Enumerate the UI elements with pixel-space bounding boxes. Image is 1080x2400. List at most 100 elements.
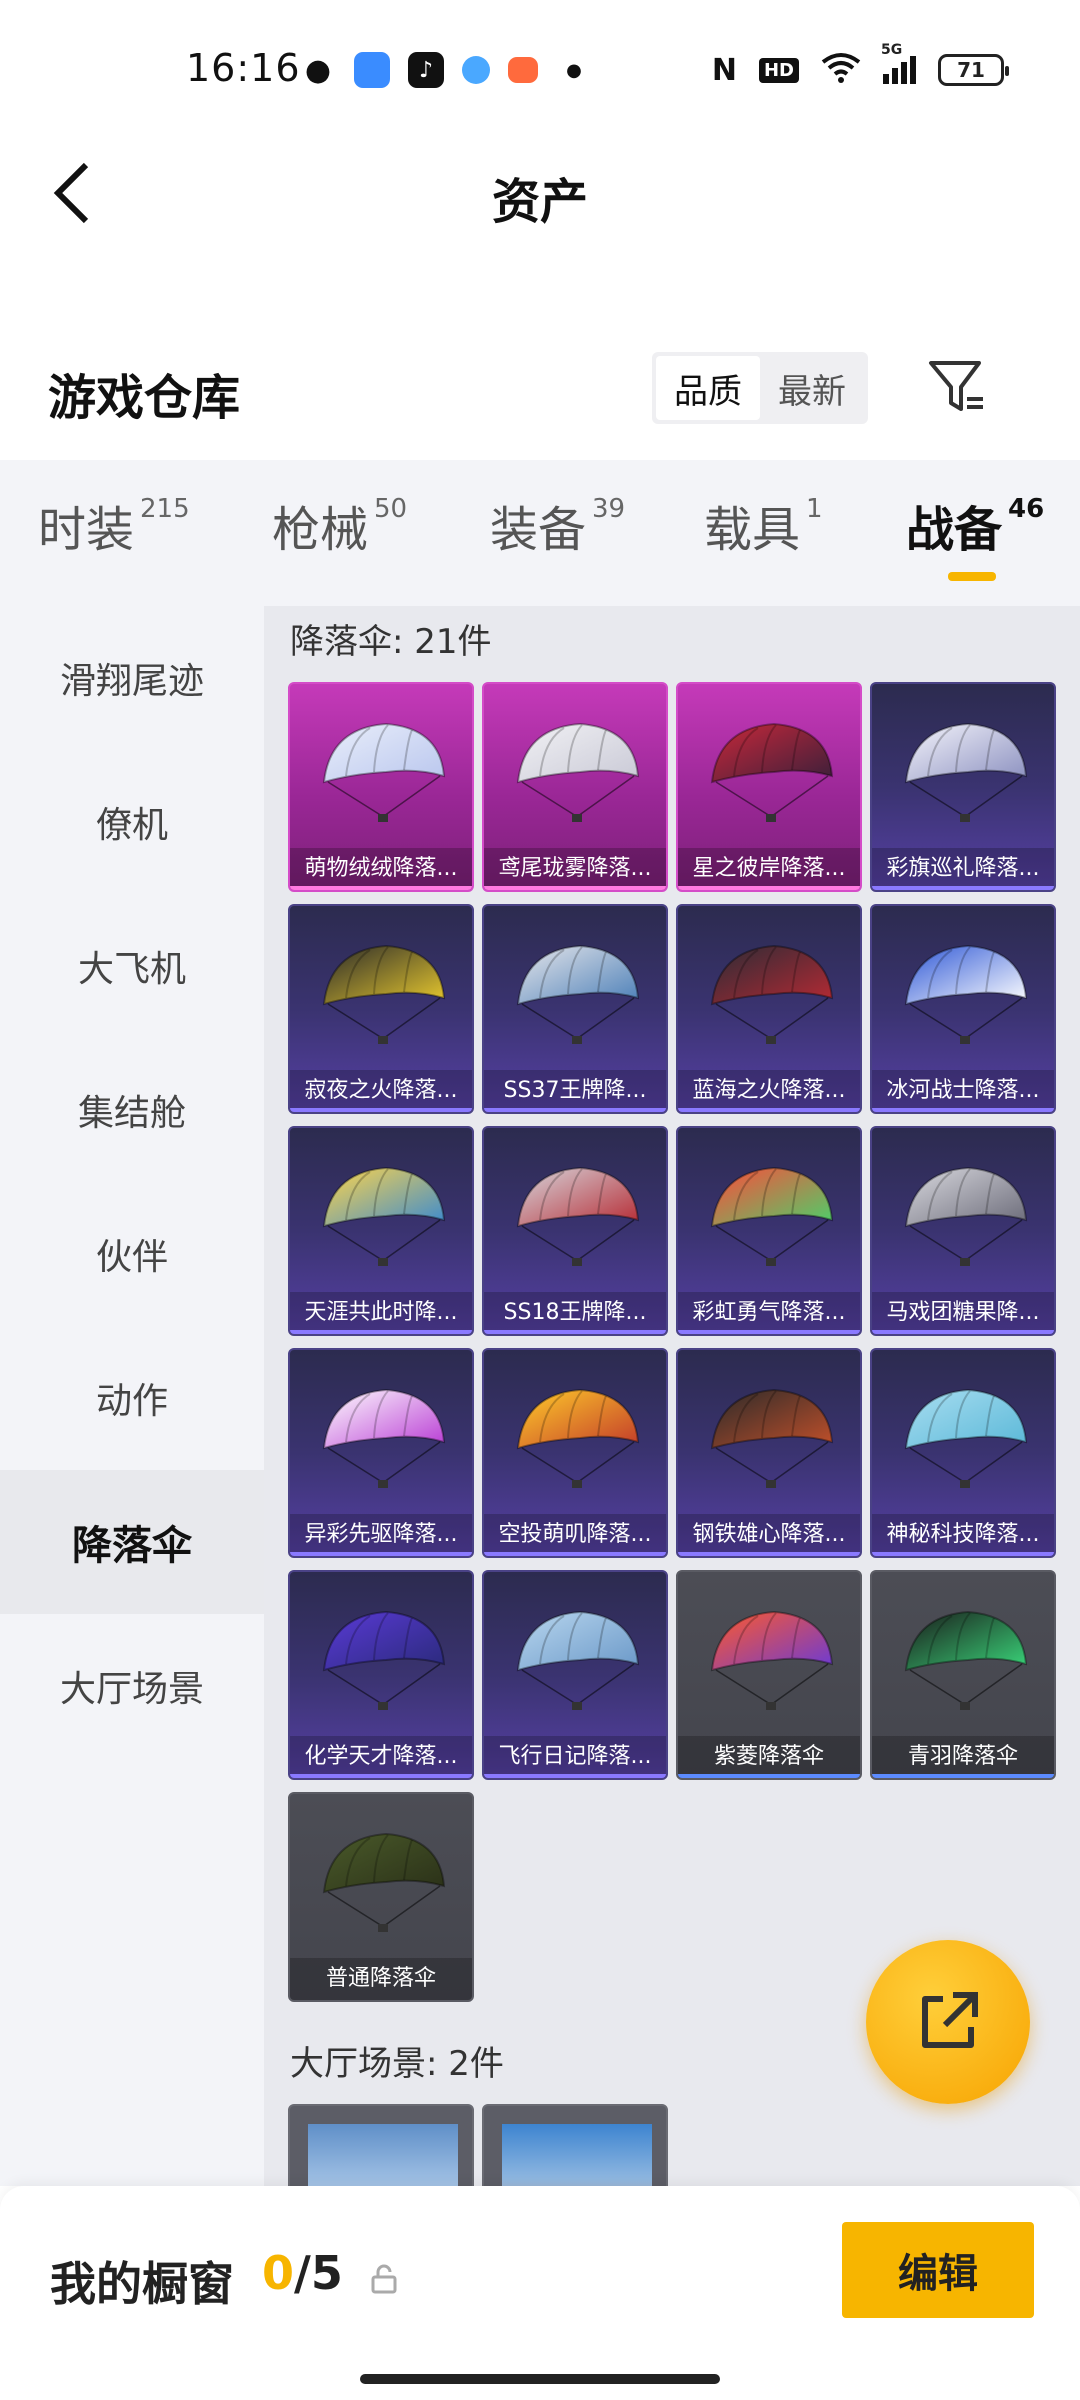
- sidebar-item-assembly-pod[interactable]: 集结舱: [0, 1038, 264, 1182]
- parachute-card[interactable]: 天涯共此时降...: [288, 1126, 474, 1336]
- parachute-card[interactable]: 紫菱降落伞: [676, 1570, 862, 1780]
- parachute-icon: [710, 1610, 834, 1710]
- parachute-card[interactable]: 普通降落伞: [288, 1792, 474, 2002]
- parachute-icon: [710, 944, 834, 1044]
- edit-button[interactable]: 编辑: [842, 2222, 1034, 2318]
- tab-fashion[interactable]: 时装 215: [38, 490, 190, 560]
- tab-label: 战备: [906, 502, 1003, 558]
- tab-label: 枪械: [272, 502, 369, 558]
- sidebar-item-emote[interactable]: 动作: [0, 1326, 264, 1470]
- tab-battle-prep[interactable]: 战备 46: [906, 490, 1044, 560]
- parachute-card[interactable]: 神秘科技降落...: [870, 1348, 1056, 1558]
- parachute-card[interactable]: 蓝海之火降落...: [676, 904, 862, 1114]
- nav-header: 资产: [0, 140, 1080, 250]
- filter-icon: [929, 361, 983, 411]
- home-indicator: [360, 2374, 720, 2384]
- parachute-name: 蓝海之火降落...: [678, 1070, 860, 1112]
- parachute-card[interactable]: 彩虹勇气降落...: [676, 1126, 862, 1336]
- status-bar: 16:16 ● ♪ ● N HD 5G 71: [0, 0, 1080, 140]
- sidebar-item-partner[interactable]: 伙伴: [0, 1182, 264, 1326]
- parachute-icon: [904, 1166, 1028, 1266]
- parachute-name: 紫菱降落伞: [678, 1736, 860, 1778]
- nfc-icon: N: [711, 52, 737, 88]
- sidebar: 滑翔尾迹 僚机 大飞机 集结舱 伙伴 动作 降落伞 大厅场景: [0, 606, 264, 2186]
- more-dot-icon: ●: [566, 59, 582, 81]
- parachute-icon: [322, 944, 446, 1044]
- battery-icon: 71: [938, 54, 1009, 86]
- parachute-name: 飞行日记降落...: [484, 1736, 666, 1778]
- parachute-card[interactable]: 异彩先驱降落...: [288, 1348, 474, 1558]
- tab-label: 时装: [38, 502, 135, 558]
- parachute-card[interactable]: 星之彼岸降落...: [676, 682, 862, 892]
- parachute-name: 青羽降落伞: [872, 1736, 1054, 1778]
- showcase-count: 0/5: [262, 2246, 343, 2300]
- parachute-card[interactable]: 马戏团糖果降...: [870, 1126, 1056, 1336]
- parachute-card[interactable]: 冰河战士降落...: [870, 904, 1056, 1114]
- sidebar-item-parachute[interactable]: 降落伞: [0, 1470, 264, 1614]
- page-title: 资产: [491, 174, 588, 230]
- sidebar-item-big-plane[interactable]: 大飞机: [0, 894, 264, 1038]
- tab-count: 50: [374, 494, 408, 524]
- scene-card[interactable]: [288, 2104, 474, 2186]
- scene-thumbnail: [502, 2124, 652, 2186]
- tab-weapons[interactable]: 枪械 50: [272, 490, 407, 560]
- sidebar-item-lobby-scene[interactable]: 大厅场景: [0, 1614, 264, 1758]
- parachute-icon: [322, 1832, 446, 1932]
- parachute-card[interactable]: 寂夜之火降落...: [288, 904, 474, 1114]
- showcase-total: /5: [294, 2246, 343, 2300]
- app-orange-icon: [508, 57, 538, 83]
- status-indicators: N HD 5G 71: [711, 42, 1009, 88]
- parachute-card[interactable]: SS37王牌降...: [482, 904, 668, 1114]
- parachute-icon: [516, 722, 640, 822]
- parachute-card[interactable]: 飞行日记降落...: [482, 1570, 668, 1780]
- parachute-card[interactable]: 萌物绒绒降落...: [288, 682, 474, 892]
- parachute-icon: [710, 1166, 834, 1266]
- showcase-label: 我的橱窗: [50, 2257, 234, 2311]
- tiktok-icon: ♪: [408, 52, 444, 88]
- parachute-card[interactable]: 青羽降落伞: [870, 1570, 1056, 1780]
- lock-icon: [370, 2264, 398, 2298]
- parachute-icon: [322, 722, 446, 822]
- parachute-name: 异彩先驱降落...: [290, 1514, 472, 1556]
- tab-vehicles[interactable]: 载具 1: [704, 490, 823, 560]
- parachute-icon: [904, 944, 1028, 1044]
- share-icon: [922, 1992, 978, 2048]
- active-tab-indicator: [948, 572, 996, 581]
- wechat-icon: ●: [304, 52, 332, 88]
- parachute-card[interactable]: 钢铁雄心降落...: [676, 1348, 862, 1558]
- parachute-icon: [904, 722, 1028, 822]
- signal-icon: 5G: [881, 42, 916, 84]
- parachute-name: 天涯共此时降...: [290, 1292, 472, 1334]
- sort-quality-button[interactable]: 品质: [656, 356, 760, 420]
- parachute-icon: [710, 1388, 834, 1488]
- parachute-icon: [322, 1610, 446, 1710]
- tab-equipment[interactable]: 装备 39: [490, 490, 625, 560]
- parachute-icon: [904, 1388, 1028, 1488]
- parachute-name: 萌物绒绒降落...: [290, 848, 472, 890]
- category-tabs: 时装 215 枪械 50 装备 39 载具 1 战备 46: [0, 460, 1080, 606]
- sort-newest-button[interactable]: 最新: [760, 356, 864, 420]
- parachute-icon: [710, 722, 834, 822]
- app-feather-icon: [462, 56, 490, 84]
- tab-count: 1: [806, 494, 823, 524]
- app-blue-icon: [354, 52, 390, 88]
- status-time: 16:16: [186, 46, 301, 90]
- parachute-card[interactable]: 化学天才降落...: [288, 1570, 474, 1780]
- battery-level: 71: [957, 58, 985, 82]
- scene-card[interactable]: [482, 2104, 668, 2186]
- parachute-card[interactable]: SS18王牌降...: [482, 1126, 668, 1336]
- parachute-name: 寂夜之火降落...: [290, 1070, 472, 1112]
- filter-button[interactable]: [922, 352, 992, 422]
- parachute-icon: [516, 1166, 640, 1266]
- hd-icon: HD: [758, 57, 799, 83]
- sidebar-item-wingman[interactable]: 僚机: [0, 750, 264, 894]
- tab-count: 39: [592, 494, 626, 524]
- sidebar-item-glide-trail[interactable]: 滑翔尾迹: [0, 606, 264, 750]
- parachute-name: 马戏团糖果降...: [872, 1292, 1054, 1334]
- parachute-card[interactable]: 鸢尾珑雾降落...: [482, 682, 668, 892]
- status-app-icons: ● ♪ ●: [300, 52, 592, 88]
- showcase-current: 0: [262, 2246, 295, 2300]
- parachute-card[interactable]: 空投萌叽降落...: [482, 1348, 668, 1558]
- share-button[interactable]: [866, 1940, 1030, 2104]
- parachute-card[interactable]: 彩旗巡礼降落...: [870, 682, 1056, 892]
